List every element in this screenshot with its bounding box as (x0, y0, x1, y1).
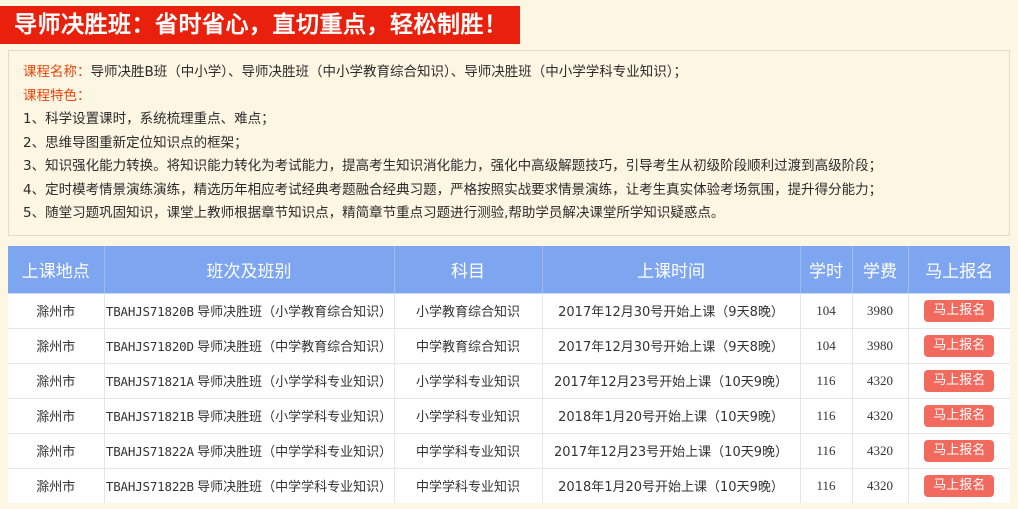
cell-class: TBAHJS71820B 导师决胜班（小学教育综合知识） (104, 293, 395, 329)
table-header-row: 上课地点 班次及班别 科目 上课时间 学时 学费 马上报名 (8, 246, 1010, 294)
cell-hours: 116 (800, 468, 853, 503)
cell-fee: 3980 (852, 328, 909, 364)
cell-class: TBAHJS71820D 导师决胜班（中学教育综合知识） (104, 328, 395, 364)
cell-location: 滁州市 (8, 328, 105, 364)
cell-hours: 116 (800, 398, 853, 434)
column-header-class: 班次及班别 (104, 246, 395, 294)
cell-fee: 4320 (852, 468, 909, 503)
cell-hours: 116 (800, 363, 853, 399)
table-row: 滁州市 TBAHJS71820B 导师决胜班（小学教育综合知识） 小学教育综合知… (8, 293, 1010, 329)
cell-signup: 马上报名 (908, 328, 1010, 364)
cell-subject: 中学学科专业知识 (394, 433, 543, 469)
cell-fee: 4320 (852, 363, 909, 399)
cell-subject: 小学教育综合知识 (394, 293, 543, 329)
class-name: 导师决胜班（小学学科专业知识） (197, 409, 393, 424)
page-title: 导师决胜班：省时省心，直切重点，轻松制胜！ (0, 6, 520, 44)
cell-location: 滁州市 (8, 363, 105, 399)
cell-fee: 4320 (852, 433, 909, 469)
cell-fee: 4320 (852, 398, 909, 434)
cell-signup: 马上报名 (908, 433, 1010, 469)
cell-time: 2017年12月30号开始上课（9天8晚） (542, 328, 801, 364)
cell-time: 2017年12月30号开始上课（9天8晚） (542, 293, 801, 329)
cell-class: TBAHJS71822B 导师决胜班（中学学科专业知识） (104, 468, 395, 503)
class-code: TBAHJS71822B (105, 479, 194, 495)
course-feature-item: 4、定时模考情景演练演练，精选历年相应考试经典考题融合经典习题，严格按照实战要求… (23, 181, 883, 198)
class-name: 导师决胜班（中学学科专业知识） (197, 444, 393, 459)
table-body: 滁州市 TBAHJS71820B 导师决胜班（小学教育综合知识） 小学教育综合知… (8, 293, 1010, 503)
cell-subject: 中学教育综合知识 (394, 328, 543, 364)
cell-time: 2017年12月23号开始上课（10天9晚） (542, 433, 801, 469)
title-banner-row: 导师决胜班：省时省心，直切重点，轻松制胜！ (0, 6, 1018, 44)
signup-button[interactable]: 马上报名 (924, 439, 995, 462)
class-code: TBAHJS71821A (105, 374, 194, 389)
class-name: 导师决胜班（中学教育综合知识） (197, 339, 393, 354)
signup-button[interactable]: 马上报名 (924, 369, 995, 392)
column-header-hours: 学时 (800, 246, 853, 294)
cell-class: TBAHJS71821A 导师决胜班（小学学科专业知识） (104, 363, 395, 399)
cell-subject: 小学学科专业知识 (394, 398, 543, 434)
cell-class: TBAHJS71822A 导师决胜班（中学学科专业知识） (104, 433, 395, 469)
course-feature-item: 3、知识强化能力转换。将知识能力转化为考试能力，提高考生知识消化能力，强化中高级… (23, 158, 883, 174)
cell-signup: 马上报名 (908, 398, 1010, 434)
cell-class: TBAHJS71821B 导师决胜班（小学学科专业知识） (104, 398, 395, 434)
column-header-location: 上课地点 (8, 246, 105, 294)
cell-location: 滁州市 (8, 293, 105, 329)
signup-button[interactable]: 马上报名 (924, 404, 995, 427)
cell-signup: 马上报名 (908, 293, 1010, 329)
cell-fee: 3980 (852, 293, 909, 329)
class-name: 导师决胜班（小学教育综合知识） (197, 304, 393, 319)
column-header-signup: 马上报名 (908, 246, 1010, 294)
class-name: 导师决胜班（小学学科专业知识） (197, 374, 393, 389)
schedule-table: 上课地点 班次及班别 科目 上课时间 学时 学费 马上报名 滁州市 TBAHJS… (8, 246, 1010, 503)
cell-time: 2017年12月23号开始上课（10天9晚） (542, 363, 801, 399)
table-row: 滁州市 TBAHJS71821A 导师决胜班（小学学科专业知识） 小学学科专业知… (8, 363, 1010, 399)
cell-location: 滁州市 (8, 468, 105, 503)
page-root: 导师决胜班：省时省心，直切重点，轻松制胜！ 课程名称：导师决胜B班（中小学）、导… (0, 0, 1018, 509)
table-header: 上课地点 班次及班别 科目 上课时间 学时 学费 马上报名 (8, 246, 1010, 294)
class-code: TBAHJS71820B (105, 304, 194, 319)
cell-signup: 马上报名 (908, 468, 1010, 503)
column-header-subject: 科目 (394, 246, 543, 294)
course-name-value: 导师决胜B班（中小学）、导师决胜班（中小学教育综合知识）、导师决胜班（中小学学科… (90, 64, 688, 80)
course-features-label: 课程特色： (23, 87, 91, 104)
class-code: TBAHJS71821B (105, 409, 194, 424)
cell-hours: 116 (800, 433, 853, 469)
column-header-time: 上课时间 (542, 246, 801, 294)
signup-button[interactable]: 马上报名 (924, 334, 995, 357)
table-row: 滁州市 TBAHJS71822B 导师决胜班（中学学科专业知识） 中学学科专业知… (8, 468, 1010, 503)
class-name: 导师决胜班（中学学科专业知识） (197, 479, 393, 495)
class-code: TBAHJS71820D (105, 339, 194, 354)
cell-hours: 104 (800, 293, 853, 329)
signup-button[interactable]: 马上报名 (924, 474, 995, 497)
cell-hours: 104 (800, 328, 853, 364)
course-feature-item: 5、随堂习题巩固知识，课堂上教师根据章节知识点，精简章节重点习题进行测验,帮助学… (23, 205, 725, 221)
cell-location: 滁州市 (8, 433, 105, 469)
cell-signup: 马上报名 (908, 363, 1010, 399)
cell-time: 2018年1月20号开始上课（10天9晚） (542, 398, 801, 434)
cell-location: 滁州市 (8, 398, 105, 434)
cell-subject: 小学学科专业知识 (394, 363, 543, 399)
table-row: 滁州市 TBAHJS71821B 导师决胜班（小学学科专业知识） 小学学科专业知… (8, 398, 1010, 434)
column-header-fee: 学费 (852, 246, 909, 294)
cell-time: 2018年1月20号开始上课（10天9晚） (542, 468, 801, 503)
schedule-table-wrapper: 上课地点 班次及班别 科目 上课时间 学时 学费 马上报名 滁州市 TBAHJS… (8, 246, 1010, 503)
table-row: 滁州市 TBAHJS71822A 导师决胜班（中学学科专业知识） 中学学科专业知… (8, 433, 1010, 469)
table-row: 滁州市 TBAHJS71820D 导师决胜班（中学教育综合知识） 中学教育综合知… (8, 328, 1010, 364)
course-feature-item: 2、思维导图重新定位知识点的框架； (23, 134, 248, 151)
class-code: TBAHJS71822A (105, 444, 194, 459)
course-name-line: 课程名称：导师决胜B班（中小学）、导师决胜班（中小学教育综合知识）、导师决胜班（… (23, 61, 995, 85)
signup-button[interactable]: 马上报名 (924, 299, 995, 322)
course-description-panel: 课程名称：导师决胜B班（中小学）、导师决胜班（中小学教育综合知识）、导师决胜班（… (8, 50, 1010, 236)
course-name-label: 课程名称： (23, 64, 91, 80)
course-feature-item: 1、科学设置课时，系统梳理重点、难点； (23, 111, 275, 127)
cell-subject: 中学学科专业知识 (394, 468, 543, 503)
